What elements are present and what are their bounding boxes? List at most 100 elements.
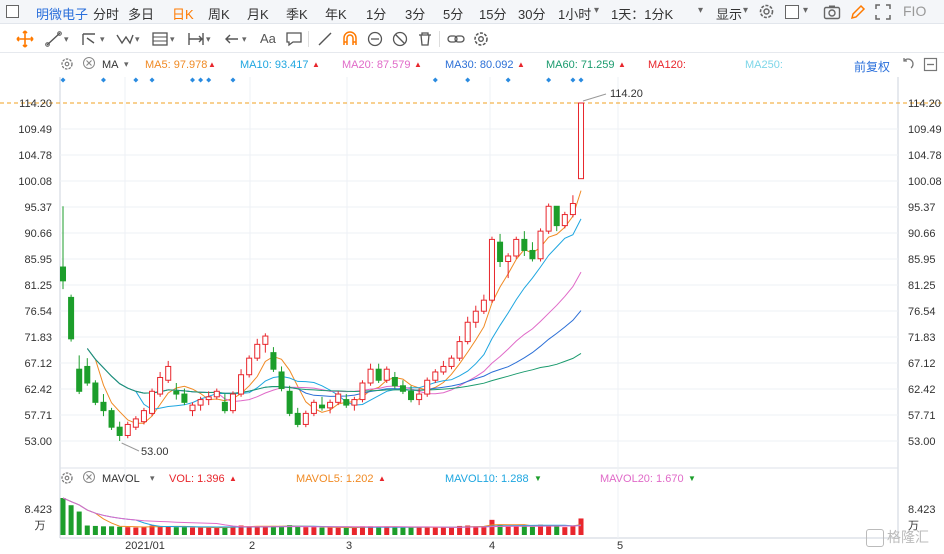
volume-bar [440, 527, 446, 535]
candle-body [424, 379, 431, 395]
volume-bar [489, 519, 495, 535]
candle-body [367, 368, 374, 384]
price-tick-right: 100.08 [908, 176, 942, 188]
close-icon[interactable] [82, 470, 96, 487]
event-marker-icon [198, 77, 204, 83]
candle-body [408, 390, 415, 401]
volume-bar [262, 526, 268, 535]
mavol20-value: MAVOL20: 1.670 [600, 473, 684, 485]
volume-bar [198, 527, 204, 535]
mavol-line [62, 497, 582, 528]
volume-bar [578, 518, 584, 535]
volume-bar [100, 526, 106, 535]
price-tick-right: 95.37 [908, 202, 936, 214]
candle-body [100, 401, 107, 412]
candle-body [318, 404, 326, 409]
candle-body [497, 241, 504, 263]
candle-body [464, 321, 471, 343]
candle-body [108, 410, 115, 428]
event-marker-icon [100, 77, 106, 83]
price-tick-right: 67.12 [908, 358, 936, 370]
candle-body [553, 205, 560, 227]
volume-tick-right: 8.423 [908, 504, 936, 516]
price-tick-right: 62.42 [908, 384, 936, 396]
volume-bar [246, 526, 252, 535]
price-tag-left [0, 95, 52, 111]
triangle-up-icon: ▲ [378, 474, 386, 483]
price-tick-right: 109.49 [908, 124, 942, 136]
volume-bar [319, 527, 325, 535]
price-tick-right: 90.66 [908, 228, 936, 240]
candle-body [246, 357, 253, 376]
price-tick-left: 100.08 [18, 176, 52, 188]
candle-body [116, 426, 123, 436]
watermark: 格隆汇 [866, 527, 929, 548]
volume-bar [400, 527, 406, 535]
mavol-label: MAVOL [102, 473, 140, 485]
volume-bar [133, 527, 139, 535]
candle-body [165, 365, 172, 381]
event-markers [60, 77, 584, 83]
price-tick-right: 85.95 [908, 254, 936, 266]
volume-legend: MAVOL ▾ VOL: 1.396 ▲ MAVOL5: 1.202 ▲ MAV… [0, 470, 944, 488]
volume-bar [76, 511, 82, 535]
candle-body [343, 399, 350, 406]
candle-body [84, 365, 91, 384]
candle-body [391, 376, 398, 387]
volume-bar [392, 527, 398, 535]
candle-body [513, 238, 520, 257]
price-tick-left: 90.66 [24, 228, 52, 240]
event-marker-icon [432, 77, 438, 83]
volume-bar [473, 526, 479, 535]
event-marker-icon [570, 77, 576, 83]
candle-body [359, 382, 366, 401]
candle-body [76, 368, 83, 392]
candle-body [577, 102, 585, 180]
volume-tick-left: 8.423 [24, 504, 52, 516]
mavol-line [62, 497, 582, 529]
time-tick: 2 [249, 540, 255, 552]
logo-icon [866, 529, 884, 548]
event-marker-icon [190, 77, 195, 83]
price-tick-right: 53.00 [908, 436, 936, 448]
event-marker-icon [578, 77, 584, 83]
price-tick-left: 109.49 [18, 124, 52, 136]
candle-body [197, 399, 204, 406]
time-tick: 4 [489, 540, 495, 552]
volume-bar [554, 525, 560, 535]
candle-body [149, 390, 156, 414]
price-tick-left: 95.37 [24, 202, 52, 214]
candle-body [327, 401, 334, 409]
price-tick-left: 81.25 [24, 280, 52, 292]
candle-body [221, 401, 228, 412]
volume-bar [343, 527, 349, 535]
high-annotation: 114.20 [610, 88, 643, 100]
gear-icon[interactable] [60, 471, 74, 488]
candle-body [238, 374, 245, 395]
price-tick-left: 57.71 [24, 410, 52, 422]
volume-bar [384, 527, 390, 535]
candle-body [140, 410, 147, 423]
chevron-down-icon[interactable]: ▾ [150, 473, 155, 484]
volume-bar [351, 527, 357, 535]
candle-body [432, 371, 439, 381]
volume-bar [521, 525, 527, 535]
candle-body [545, 205, 552, 232]
time-tick: 3 [346, 540, 352, 552]
candle-body [561, 214, 568, 227]
price-tick-left: 71.83 [24, 332, 52, 344]
mavol5-value: MAVOL5: 1.202 [296, 473, 374, 485]
candle-body [488, 238, 495, 301]
event-marker-icon [465, 77, 471, 83]
vol-value: VOL: 1.396 [169, 473, 225, 485]
volume-bar [92, 525, 98, 535]
event-marker-icon [149, 77, 155, 83]
low-annotation: 53.00 [141, 446, 169, 458]
candle-body [505, 255, 512, 263]
volume-bar [165, 526, 171, 535]
triangle-down-icon: ▼ [688, 474, 696, 483]
candle-body [189, 404, 196, 412]
candle-body [375, 368, 382, 381]
volume-bar [157, 525, 163, 535]
candle-body [416, 393, 423, 401]
